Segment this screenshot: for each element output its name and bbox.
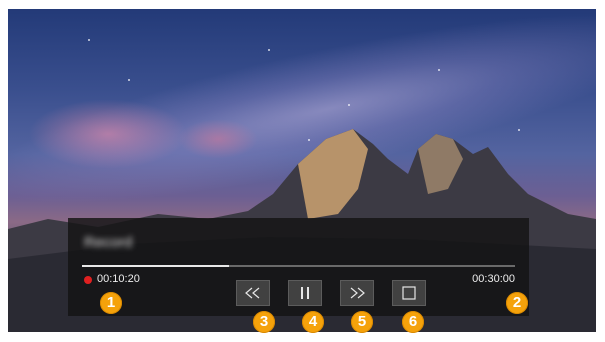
star [128,79,130,81]
stop-button[interactable] [392,280,426,306]
star [438,69,440,71]
star [268,49,270,51]
callout-3: 3 [253,311,275,333]
total-duration: 00:30:00 [472,273,515,285]
progress-fill [82,265,230,267]
current-time: 00:10:20 [97,273,140,285]
record-indicator-icon [84,276,92,284]
rewind-button[interactable] [236,280,270,306]
star [348,104,350,106]
recording-title: Record [84,234,133,251]
stop-icon [402,286,416,300]
callout-1: 1 [100,292,122,314]
callout-4: 4 [302,311,324,333]
pause-button[interactable] [288,280,322,306]
callout-2: 2 [506,292,528,314]
fast-forward-button[interactable] [340,280,374,306]
callout-6: 6 [402,311,424,333]
fast-forward-icon [350,287,365,299]
rewind-icon [245,287,260,299]
pause-icon [301,287,309,299]
callout-5: 5 [351,311,373,333]
star [88,39,90,41]
playback-control-panel: Record 00:10:20 00:30:00 [68,218,529,316]
progress-bar[interactable] [82,265,515,267]
